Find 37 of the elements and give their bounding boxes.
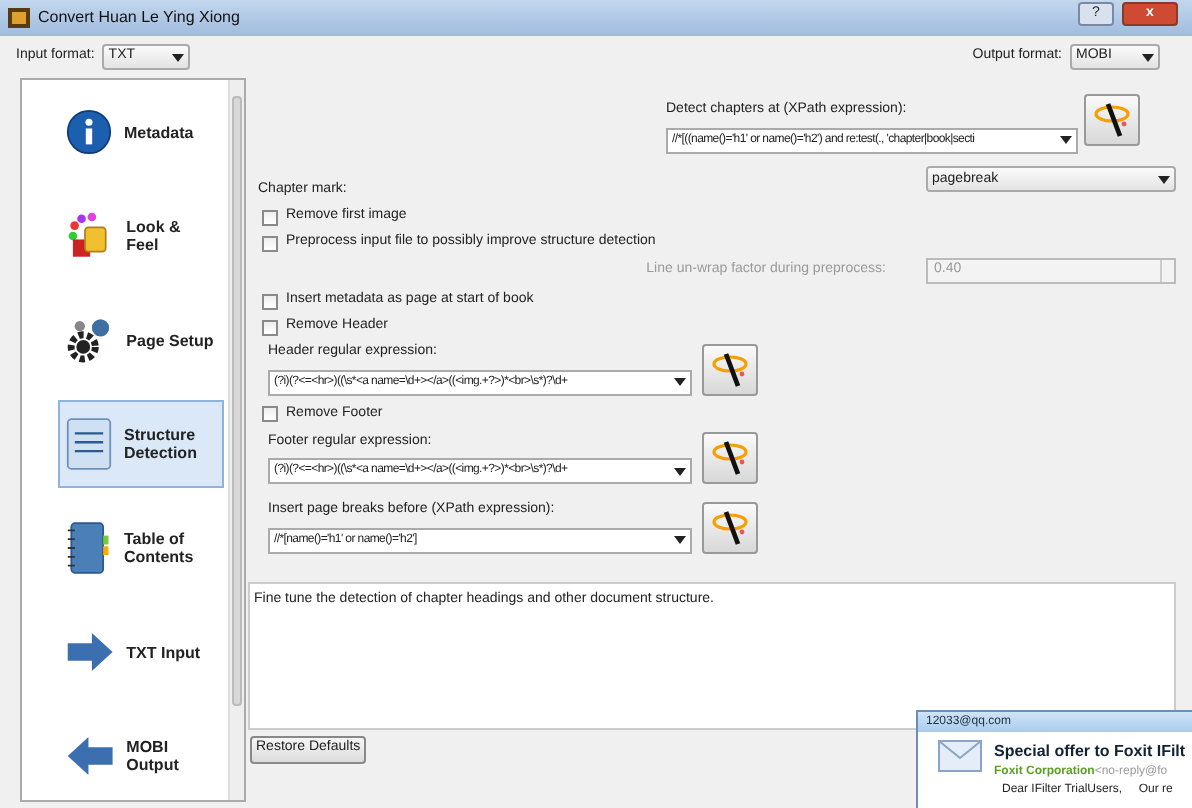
- dropdown-arrow-icon: [172, 53, 185, 61]
- dropdown-arrow-icon: [1142, 53, 1154, 61]
- notification-subject: Special offer to Foxit IFilt: [994, 740, 1186, 764]
- magic-wand-icon: [708, 349, 752, 389]
- sidebar-item[interactable]: Table of Contents: [58, 504, 224, 592]
- info-icon: [66, 106, 112, 158]
- sidebar-item[interactable]: MOBI Output: [58, 712, 224, 800]
- notebook-icon: [66, 518, 112, 578]
- magic-wand-icon: [708, 438, 752, 478]
- sidebar-item[interactable]: Page Setup: [58, 296, 224, 384]
- app-icon: [8, 8, 30, 28]
- sidebar-item[interactable]: TXT Input: [58, 608, 224, 696]
- dropdown-arrow-icon: [674, 536, 686, 544]
- wand-button[interactable]: [702, 432, 758, 484]
- magic-wand-icon: [1090, 100, 1134, 140]
- right-arrow-icon: [66, 628, 115, 676]
- magic-wand-icon: [708, 507, 752, 547]
- left-arrow-icon: [66, 732, 115, 780]
- checkbox[interactable]: [262, 235, 278, 251]
- text-lines-icon: [66, 414, 112, 474]
- sidebar-item[interactable]: Look & Feel: [58, 192, 224, 280]
- wand-button[interactable]: [702, 343, 758, 395]
- sidebar-item[interactable]: Structure Detection: [58, 400, 224, 488]
- wand-button[interactable]: [702, 501, 758, 553]
- wand-button[interactable]: [1084, 94, 1140, 146]
- window-title: Convert Huan Le Ying Xiong: [38, 6, 240, 30]
- scrollbar[interactable]: [228, 80, 244, 800]
- checkbox[interactable]: [262, 293, 278, 309]
- checkbox[interactable]: [262, 319, 278, 335]
- dropdown-arrow-icon: [674, 467, 686, 475]
- sidebar-item[interactable]: Metadata: [58, 88, 224, 176]
- dropdown-arrow-icon: [1060, 136, 1072, 144]
- checkbox[interactable]: [262, 406, 278, 422]
- envelope-icon: [938, 740, 982, 772]
- checkbox[interactable]: [262, 209, 278, 225]
- dropdown-arrow-icon: [674, 378, 686, 386]
- dropdown-arrow-icon: [1158, 175, 1170, 184]
